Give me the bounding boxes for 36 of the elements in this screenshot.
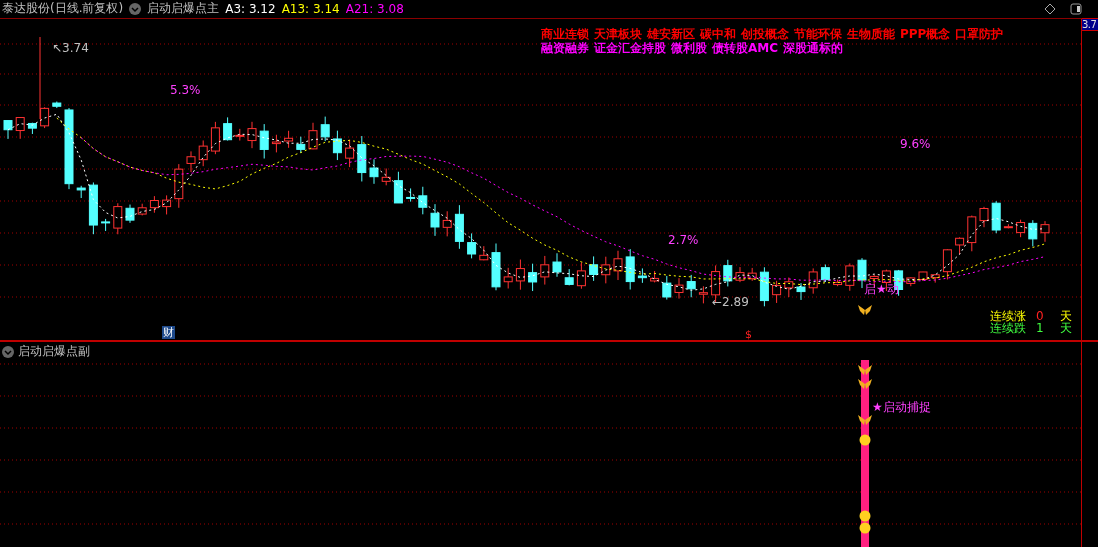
chevron-down-icon[interactable]: [2, 345, 14, 358]
butterfly-icon: [857, 303, 873, 316]
streak-unit: 天: [1060, 309, 1072, 322]
butterfly-icon: [857, 378, 873, 391]
butterfly-icon: [857, 364, 873, 377]
coin-icon: [859, 510, 871, 523]
chevron-down-icon[interactable]: [129, 3, 142, 15]
finance-marker[interactable]: 财: [162, 325, 175, 339]
concept-tag: 生物质能: [847, 25, 895, 43]
indicator-name: 启动启爆点主: [147, 0, 220, 18]
price-label: ←2.89: [712, 294, 749, 309]
percent-label: 9.6%: [900, 136, 931, 151]
diamond-icon[interactable]: [1044, 3, 1056, 15]
percent-label: 5.3%: [170, 82, 201, 97]
signal-capture-label: ★启动捕捉: [872, 399, 931, 417]
percent-label: 2.7%: [668, 232, 699, 247]
price-axis-label: 3.7: [1082, 17, 1098, 31]
stock-title: 泰达股份(日线.前复权): [2, 0, 124, 18]
concept-tag: 口罩防护: [955, 25, 1004, 43]
coin-icon: [859, 522, 871, 535]
panel-toggle-icon[interactable]: [1070, 3, 1082, 15]
average-value: A21: 3.08: [345, 2, 404, 16]
dollar-marker[interactable]: $: [744, 327, 753, 341]
streak-unit: 天: [1060, 321, 1072, 334]
streak-label: 连续涨: [990, 309, 1026, 322]
coin-icon: [859, 434, 871, 447]
average-value: A13: 3.14: [281, 2, 340, 16]
streak-count: 0: [1036, 309, 1045, 322]
signal-label: 启★动: [864, 280, 899, 298]
streak-label: 连续跌: [990, 321, 1026, 334]
sub-indicator-name: 启动启爆点副: [18, 343, 90, 361]
average-value: A3: 3.12: [225, 2, 276, 16]
price-label: ↖3.74: [52, 40, 89, 55]
concept-tag: PPP概念: [900, 25, 951, 43]
streak-count: 1: [1036, 321, 1045, 334]
butterfly-icon: [857, 414, 873, 427]
